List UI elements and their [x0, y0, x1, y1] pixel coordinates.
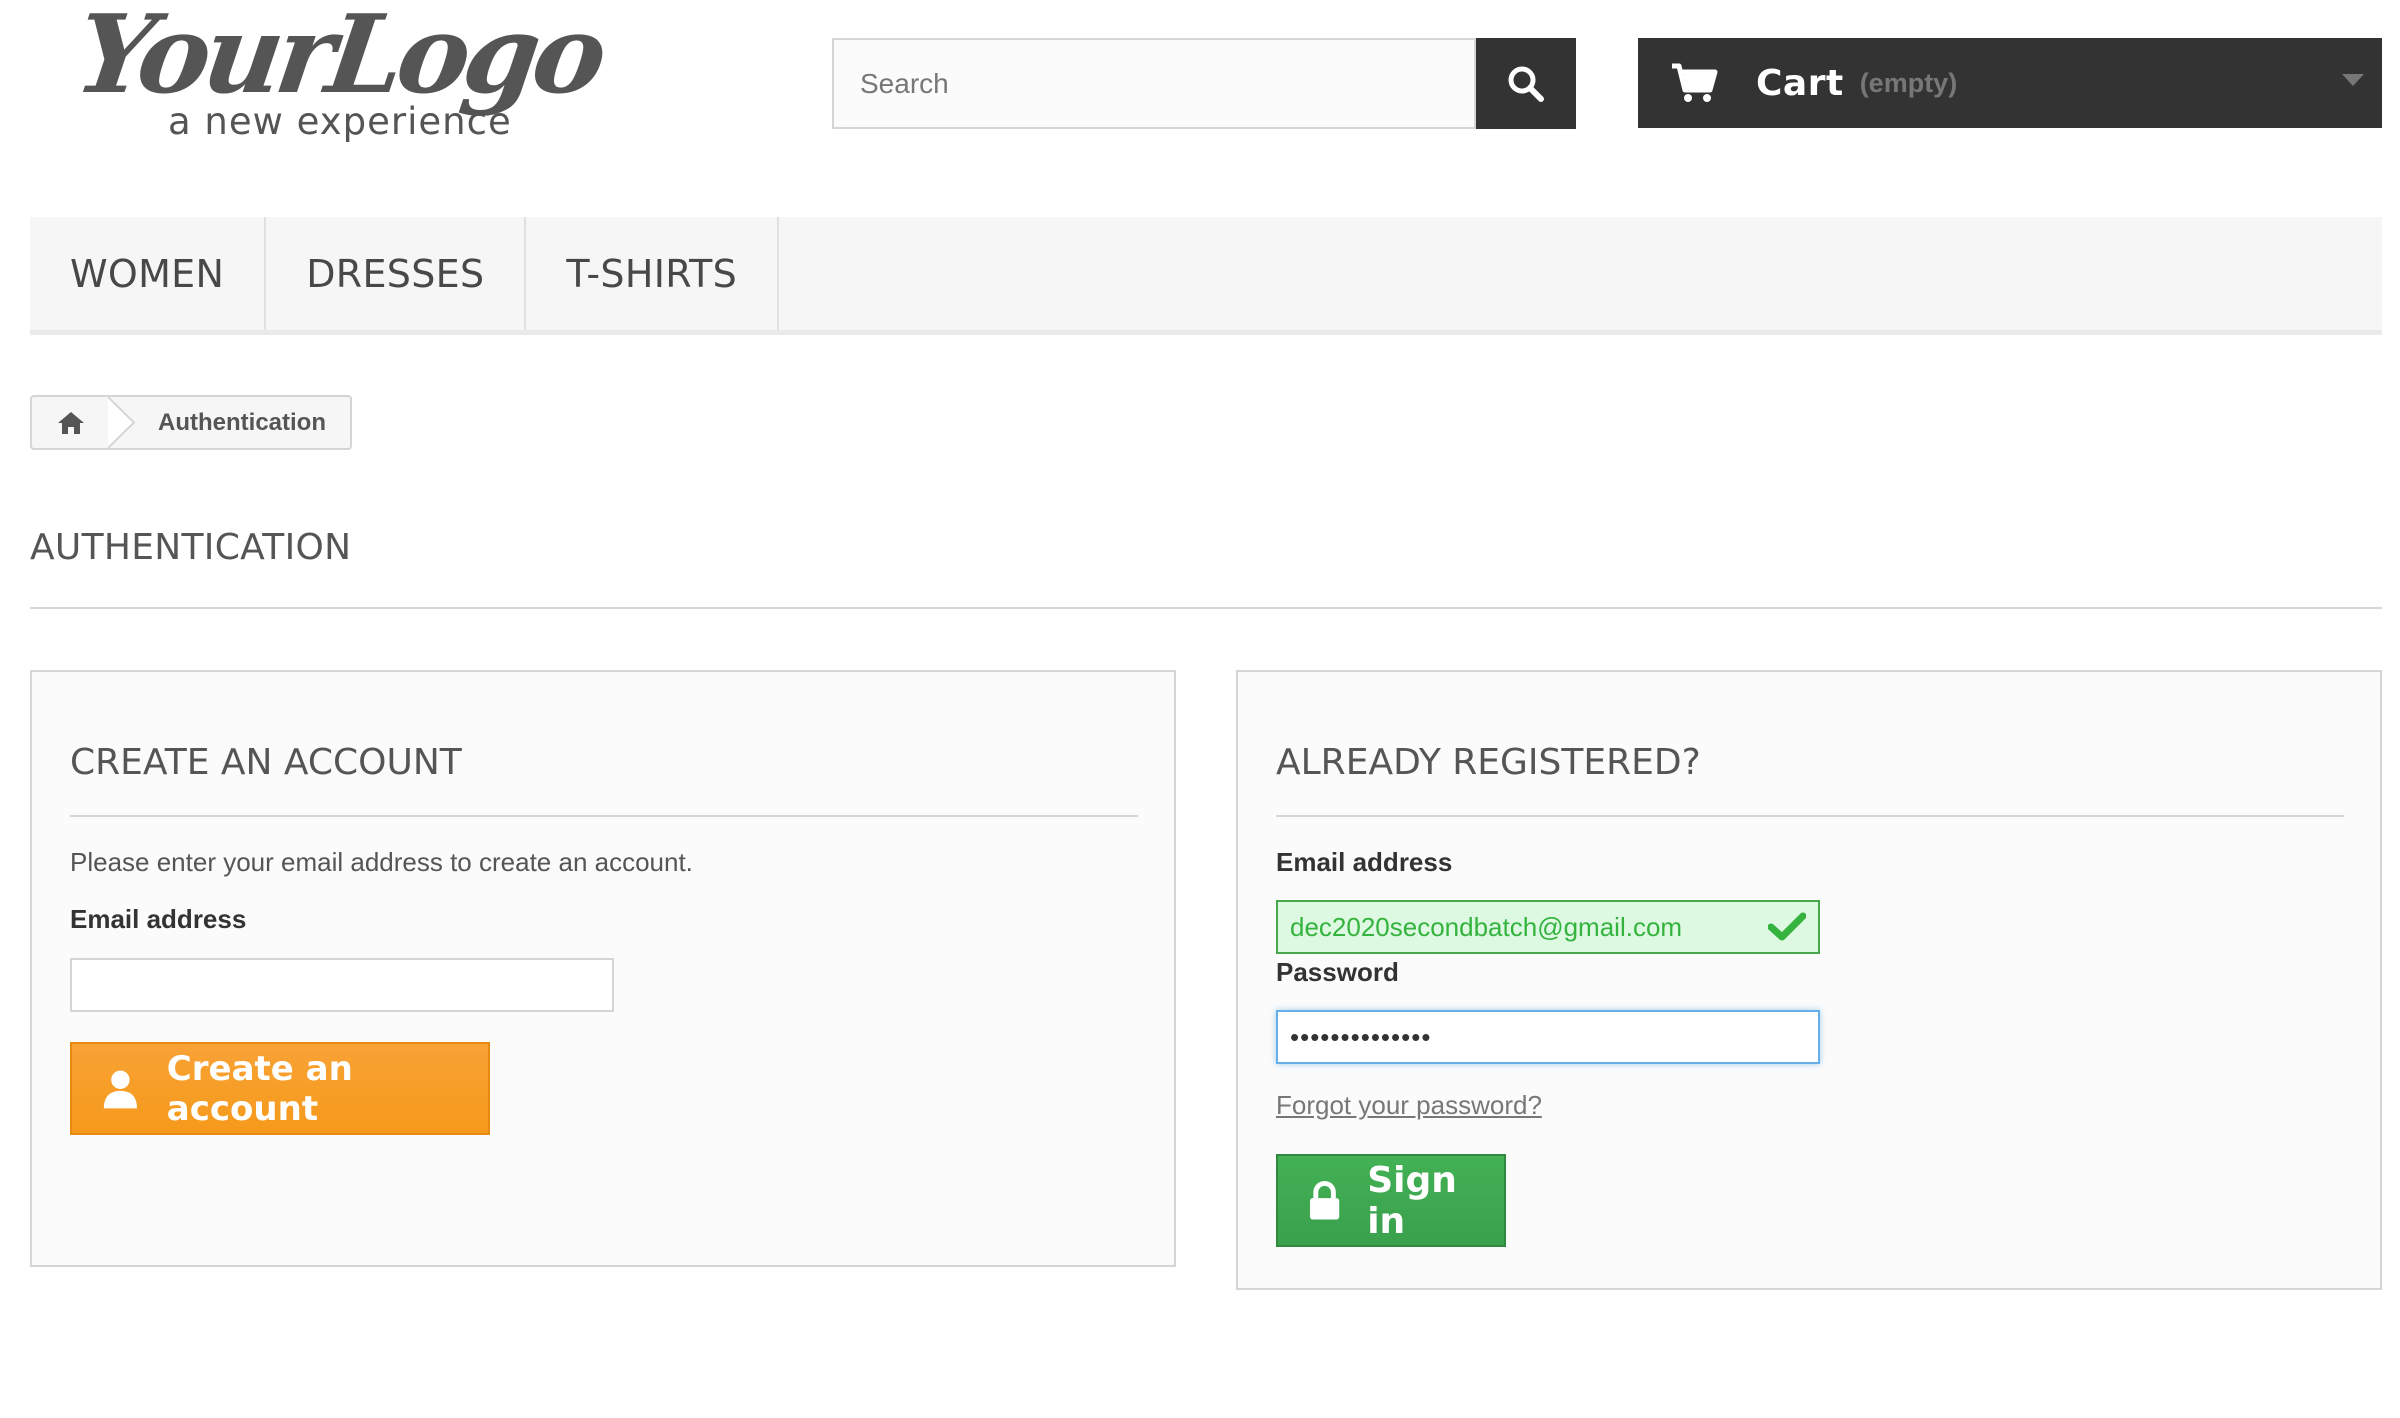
create-account-instructions: Please enter your email address to creat…: [70, 847, 693, 877]
breadcrumb-current: Authentication: [158, 408, 326, 436]
search-icon: [1508, 66, 1544, 102]
password-label: Password: [1276, 957, 1399, 987]
cart-button[interactable]: Cart (empty): [1638, 38, 2382, 128]
chevron-down-icon: [2342, 74, 2364, 86]
logo-tagline: a new experience: [168, 100, 512, 143]
home-icon: [58, 411, 84, 434]
breadcrumb: Authentication: [30, 395, 352, 450]
sign-in-title: ALREADY REGISTERED?: [1276, 742, 1701, 783]
check-icon: [1768, 912, 1806, 941]
search-button[interactable]: [1476, 38, 1576, 129]
nav-item-women[interactable]: WOMEN: [30, 217, 267, 330]
cart-status: (empty): [1859, 67, 1958, 98]
search-input[interactable]: [832, 38, 1476, 129]
sign-in-panel: ALREADY REGISTERED? Email address Passwo…: [1236, 670, 2382, 1290]
nav-item-tshirts[interactable]: T-SHIRTS: [526, 217, 780, 330]
user-icon: [103, 1070, 137, 1108]
sign-in-email-wrapper: [1276, 900, 1820, 954]
lock-icon: [1309, 1180, 1340, 1220]
sign-in-divider: [1276, 815, 2344, 817]
breadcrumb-home-link[interactable]: [32, 397, 110, 448]
create-email-field[interactable]: [70, 958, 614, 1012]
cart-icon: [1672, 63, 1718, 102]
create-account-title: CREATE AN ACCOUNT: [70, 742, 462, 783]
create-account-button-label: Create an account: [166, 1048, 353, 1129]
forgot-password-link[interactable]: Forgot your password?: [1276, 1090, 1542, 1121]
sign-in-button[interactable]: Sign in: [1276, 1154, 1506, 1247]
create-account-button[interactable]: Create an account: [70, 1042, 490, 1135]
main-nav: WOMEN DRESSES T-SHIRTS: [30, 217, 2382, 335]
create-email-label: Email address: [70, 904, 247, 934]
logo-graphic: YourLogo a new experience: [80, 0, 612, 143]
password-field[interactable]: [1276, 1010, 1820, 1064]
sign-in-button-label: Sign in: [1367, 1159, 1457, 1242]
sign-in-email-label: Email address: [1276, 847, 1453, 877]
sign-in-email-field[interactable]: [1276, 900, 1820, 954]
page-title-divider: [30, 607, 2382, 609]
create-account-divider: [70, 815, 1138, 817]
nav-item-dresses[interactable]: DRESSES: [266, 217, 527, 330]
create-account-panel: CREATE AN ACCOUNT Please enter your emai…: [30, 670, 1176, 1267]
page-title: AUTHENTICATION: [30, 527, 352, 568]
site-logo[interactable]: YourLogo a new experience: [80, 0, 650, 150]
cart-label: Cart: [1756, 62, 1844, 104]
breadcrumb-separator: [108, 397, 136, 448]
search-bar: [832, 38, 1576, 129]
